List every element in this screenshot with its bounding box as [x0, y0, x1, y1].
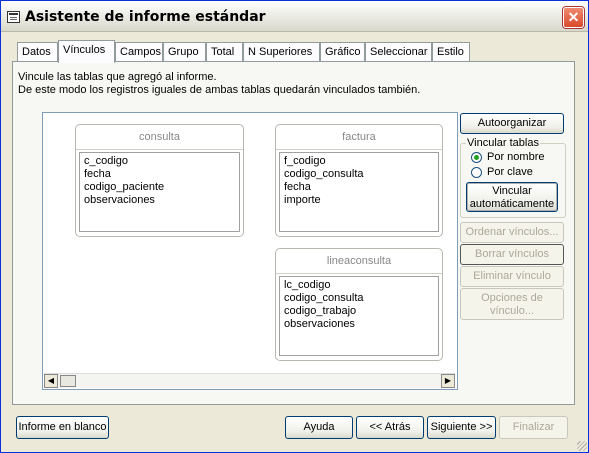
por-clave-label[interactable]: Por clave	[487, 166, 533, 178]
table-box-consulta[interactable]: consulta c_codigo fecha codigo_paciente …	[75, 124, 244, 237]
field-item[interactable]: codigo_paciente	[84, 181, 235, 194]
vincular-tablas-label: Vincular tablas	[466, 137, 540, 149]
tab-seleccionar[interactable]: Seleccionar	[365, 42, 432, 61]
siguiente-button[interactable]: Siguiente >>	[427, 416, 496, 439]
resize-grip-icon[interactable]	[577, 441, 587, 451]
field-item[interactable]: codigo_consulta	[284, 168, 434, 181]
button-line-2: automáticamente	[469, 198, 555, 210]
field-item[interactable]: codigo_consulta	[284, 292, 434, 305]
scroll-right-button[interactable]: ▶	[441, 374, 455, 388]
close-icon: ✕	[567, 9, 580, 25]
atras-button[interactable]: << Atrás	[356, 416, 424, 439]
table-box-factura[interactable]: factura f_codigo codigo_consulta fecha i…	[275, 124, 443, 237]
button-line-1: Opciones de	[481, 292, 543, 304]
table-title: lineaconsulta	[276, 249, 442, 274]
title-bar: Asistente de informe estándar ✕	[1, 1, 588, 32]
tab-grupo[interactable]: Grupo	[163, 42, 206, 61]
opciones-vinculo-button[interactable]: Opciones de vínculo...	[460, 288, 564, 320]
field-item[interactable]: f_codigo	[284, 155, 434, 168]
vincular-automaticamente-button[interactable]: Vincular automáticamente	[466, 182, 558, 212]
field-item[interactable]: observaciones	[84, 194, 235, 207]
field-item[interactable]: codigo_trabajo	[284, 305, 434, 318]
borrar-vinculos-button[interactable]: Borrar vínculos	[460, 244, 564, 265]
scroll-left-button[interactable]: ◀	[44, 374, 58, 388]
autoorganizar-button[interactable]: Autoorganizar	[460, 113, 564, 134]
tab-grafico[interactable]: Gráfico	[320, 42, 365, 61]
field-item[interactable]: fecha	[284, 181, 434, 194]
por-clave-radio[interactable]	[471, 167, 482, 178]
field-list[interactable]: c_codigo fecha codigo_paciente observaci…	[79, 152, 240, 232]
table-title: factura	[276, 125, 442, 150]
eliminar-vinculo-button[interactable]: Eliminar vínculo	[460, 266, 564, 287]
ordenar-vinculos-button[interactable]: Ordenar vínculos...	[460, 222, 564, 243]
arrow-right-icon: ▶	[444, 376, 452, 385]
tab-campos[interactable]: Campos	[115, 42, 163, 61]
window-icon	[7, 11, 20, 23]
field-item[interactable]: fecha	[84, 168, 235, 181]
tab-datos[interactable]: Datos	[17, 42, 58, 61]
por-nombre-radio[interactable]	[471, 152, 482, 163]
table-title: consulta	[76, 125, 243, 150]
close-button[interactable]: ✕	[563, 7, 584, 28]
finalizar-button[interactable]: Finalizar	[499, 416, 568, 439]
tab-n-superiores[interactable]: N Superiores	[243, 42, 320, 61]
instruction-line-2: De este modo los registros iguales de am…	[18, 84, 421, 96]
ayuda-button[interactable]: Ayuda	[285, 416, 353, 439]
table-box-lineaconsulta[interactable]: lineaconsulta lc_codigo codigo_consulta …	[275, 248, 443, 361]
tab-total[interactable]: Total	[206, 42, 243, 61]
field-list[interactable]: lc_codigo codigo_consulta codigo_trabajo…	[279, 276, 439, 356]
field-item[interactable]: importe	[284, 194, 434, 207]
field-item[interactable]: c_codigo	[84, 155, 235, 168]
links-canvas[interactable]: consulta c_codigo fecha codigo_paciente …	[42, 112, 458, 390]
tab-vinculos[interactable]: Vínculos	[58, 40, 115, 63]
field-item[interactable]: lc_codigo	[284, 279, 434, 292]
scroll-thumb[interactable]	[60, 375, 76, 387]
button-line-2: vínculo...	[489, 305, 535, 317]
field-list[interactable]: f_codigo codigo_consulta fecha importe	[279, 152, 439, 232]
arrow-left-icon: ◀	[47, 376, 55, 385]
informe-en-blanco-button[interactable]: Informe en blanco	[16, 416, 109, 439]
instruction-line-1: Vincule las tablas que agregó al informe…	[18, 71, 217, 83]
window-title: Asistente de informe estándar	[25, 9, 266, 25]
button-line-1: Vincular	[492, 185, 532, 197]
por-nombre-label[interactable]: Por nombre	[487, 151, 544, 163]
horizontal-scrollbar[interactable]: ◀ ▶	[44, 373, 455, 388]
tab-estilo[interactable]: Estilo	[432, 42, 470, 61]
instructions: Vincule las tablas que agregó al informe…	[18, 71, 420, 97]
field-item[interactable]: observaciones	[284, 318, 434, 331]
